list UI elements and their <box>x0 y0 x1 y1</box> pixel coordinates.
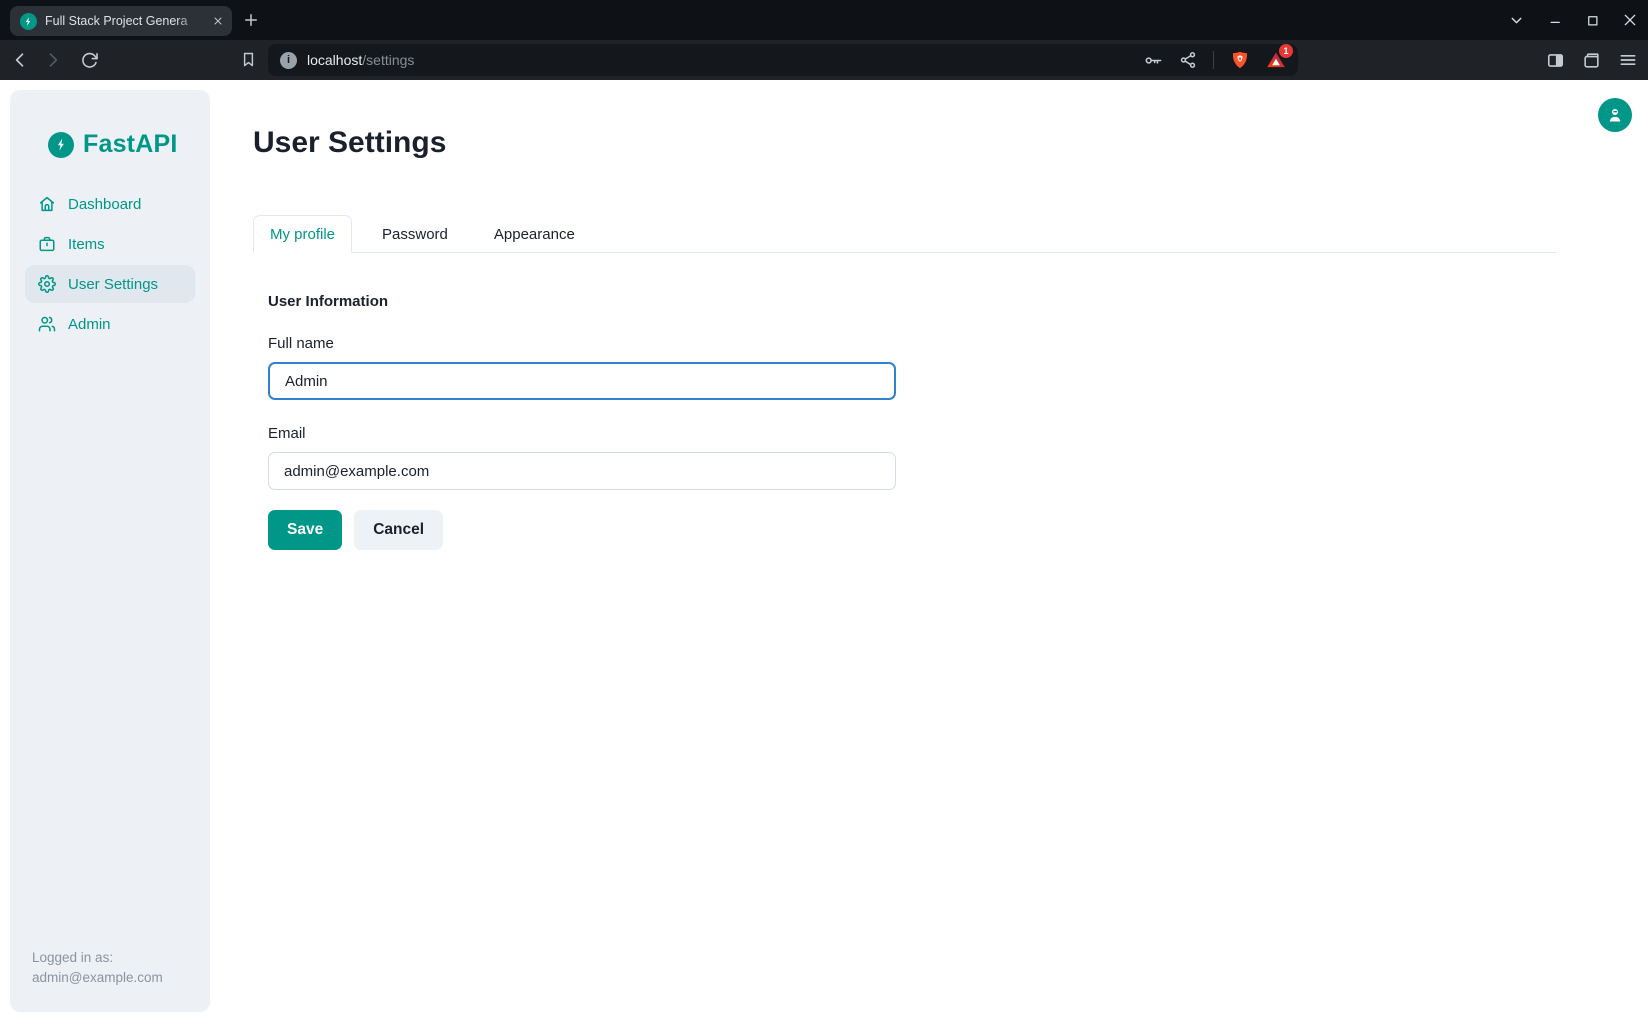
tab-search-chevron-icon[interactable] <box>1508 12 1525 29</box>
app-sidebar: FastAPI Dashboard Items User Settings <box>10 90 210 1012</box>
tab-password[interactable]: Password <box>366 215 464 253</box>
section-title: User Information <box>268 293 1556 310</box>
toolbar-separator <box>1213 51 1214 69</box>
fastapi-logo-text: FastAPI <box>83 130 177 159</box>
window-controls <box>1508 0 1638 40</box>
save-button[interactable]: Save <box>268 510 342 550</box>
new-tab-icon[interactable] <box>242 11 260 29</box>
logged-in-label: Logged in as: <box>32 948 163 968</box>
share-icon[interactable] <box>1179 51 1197 69</box>
browser-tab[interactable]: Full Stack Project Genera <box>10 6 232 36</box>
sidebar-item-label: User Settings <box>68 276 158 293</box>
sidebar-item-dashboard[interactable]: Dashboard <box>25 185 195 223</box>
main-content: User Settings My profile Password Appear… <box>253 80 1556 550</box>
tab-appearance[interactable]: Appearance <box>478 215 591 253</box>
url-path: /settings <box>362 52 414 68</box>
tab-close-icon[interactable] <box>212 15 224 27</box>
home-icon <box>38 195 56 213</box>
sidebar-item-admin[interactable]: Admin <box>25 305 195 343</box>
page-title: User Settings <box>253 125 1556 161</box>
bookmark-icon[interactable] <box>240 50 257 69</box>
wallet-icon[interactable] <box>1582 51 1601 70</box>
address-bar[interactable]: i localhost/settings 1 <box>268 44 1298 76</box>
browser-toolbar: i localhost/settings 1 <box>0 40 1648 80</box>
full-name-input[interactable] <box>268 362 896 400</box>
settings-tabs: My profile Password Appearance <box>253 215 1556 253</box>
fastapi-favicon <box>20 13 37 30</box>
address-bar-actions: 1 <box>1144 50 1286 70</box>
app-page: FastAPI Dashboard Items User Settings <box>0 80 1648 1025</box>
back-icon[interactable] <box>10 50 30 70</box>
brave-shield-icon[interactable] <box>1230 50 1250 70</box>
close-window-icon[interactable] <box>1622 12 1638 28</box>
browser-tab-title: Full Stack Project Genera <box>45 14 204 28</box>
sidebar-item-label: Items <box>68 236 105 253</box>
sidebar-item-user-settings[interactable]: User Settings <box>25 265 195 303</box>
forward-icon[interactable] <box>43 50 63 70</box>
email-label: Email <box>268 425 1556 442</box>
profile-panel: User Information Full name Email Save Ca… <box>253 293 1556 550</box>
url-host: localhost <box>307 52 362 68</box>
browser-titlebar: Full Stack Project Genera <box>0 0 1648 40</box>
tab-my-profile[interactable]: My profile <box>253 215 352 253</box>
sidebar-toggle-icon[interactable] <box>1546 51 1565 70</box>
menu-icon[interactable] <box>1618 50 1638 70</box>
rewards-notification-badge: 1 <box>1279 44 1293 58</box>
full-name-label: Full name <box>268 335 1556 352</box>
site-info-icon[interactable]: i <box>280 52 297 69</box>
sidebar-item-label: Admin <box>68 316 111 333</box>
sidebar-item-label: Dashboard <box>68 196 141 213</box>
reload-icon[interactable] <box>80 51 99 70</box>
toolbar-right-buttons <box>1546 40 1638 80</box>
fastapi-logo-icon <box>48 132 74 158</box>
maximize-icon[interactable] <box>1585 13 1600 28</box>
minimize-icon[interactable] <box>1548 13 1563 28</box>
email-input[interactable] <box>268 452 896 490</box>
gear-icon <box>38 275 56 293</box>
sidebar-item-items[interactable]: Items <box>25 225 195 263</box>
sidebar-nav: Dashboard Items User Settings Admin <box>25 185 195 343</box>
logged-in-status: Logged in as: admin@example.com <box>32 948 163 988</box>
user-avatar-icon <box>1605 105 1625 125</box>
user-menu-button[interactable] <box>1598 98 1632 132</box>
users-icon <box>38 315 56 333</box>
key-icon[interactable] <box>1144 51 1163 70</box>
fastapi-logo: FastAPI <box>48 130 210 159</box>
logged-in-email: admin@example.com <box>32 968 163 988</box>
briefcase-icon <box>38 235 56 253</box>
brave-rewards-icon[interactable]: 1 <box>1266 50 1286 70</box>
url-text[interactable]: localhost/settings <box>307 52 414 68</box>
nav-buttons <box>0 50 99 70</box>
form-actions: Save Cancel <box>268 510 1556 550</box>
cancel-button[interactable]: Cancel <box>354 510 443 550</box>
